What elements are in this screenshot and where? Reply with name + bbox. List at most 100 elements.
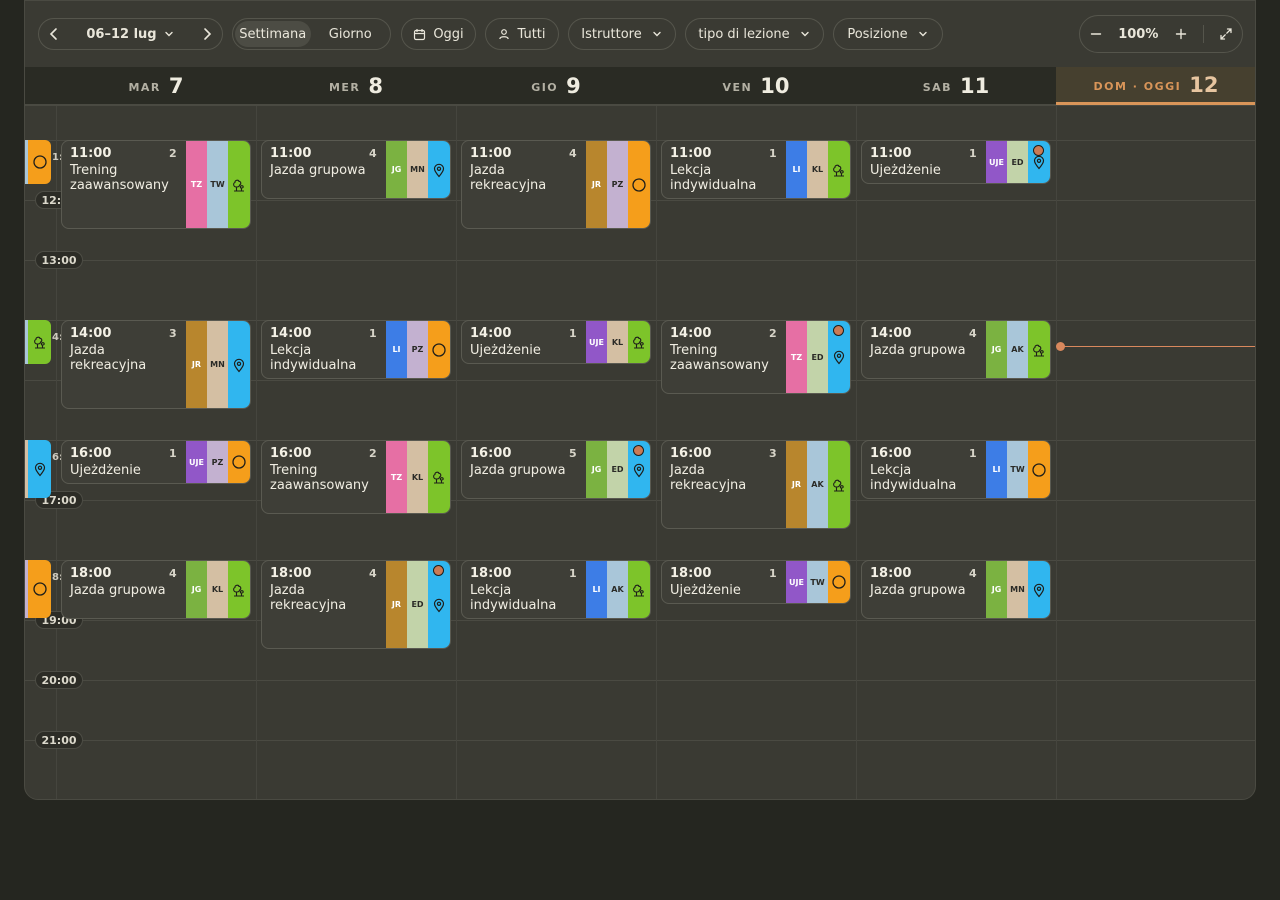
event-tag-ed: ED [407,561,428,648]
event-tag-jr: JR [186,321,207,408]
event-title: Trening zaawansowany [270,463,369,493]
location-filter-dropdown[interactable]: Posizione [833,18,943,50]
lesson-event-card[interactable]: 16:00 1 Ujeżdżenie UJE PZ [61,440,251,484]
previous-day-event-stub[interactable] [25,320,51,364]
event-tag-uje: UJE [586,321,607,363]
event-participant-count: 2 [169,147,177,160]
event-title: Jazda grupowa [870,343,966,358]
event-tag-strips: UJE PZ [186,441,250,483]
instructor-filter-label: Istruttore [581,26,642,42]
event-participant-count: 1 [169,447,177,460]
lesson-event-card[interactable]: 18:00 4 Jazda rekreacyjna JR ED [261,560,451,649]
notification-dot [633,445,644,456]
zoom-in-icon[interactable] [1173,26,1189,42]
event-tag-li: LI [586,561,607,618]
day-header-11[interactable]: SAB 11 [856,67,1056,105]
week-grid: 12:00 13:00 17:00 19:00 20:00 21:00 1: 4: 6: 8: 11… [25,105,1255,799]
lesson-event-card[interactable]: 14:00 4 Jazda grupowa JG AK [861,320,1051,379]
event-tag-strips: LI AK [586,561,650,618]
day-column-divider [456,105,457,799]
instructor-filter-dropdown[interactable]: Istruttore [568,18,676,50]
lesson-event-card[interactable]: 11:00 4 Jazda grupowa JG MN [261,140,451,199]
lesson-event-card[interactable]: 11:00 1 Ujeżdżenie UJE ED [861,140,1051,184]
lesson-event-card[interactable]: 18:00 4 Jazda grupowa JG KL [61,560,251,619]
chevron-right-icon[interactable] [198,25,216,43]
event-tag-strips: LI KL [786,141,850,198]
event-tag-tz: TZ [386,441,407,513]
day-header-10[interactable]: VEN 10 [656,67,856,105]
lesson-event-card[interactable]: 14:00 2 Trening zaawansowany TZ ED [661,320,851,394]
hour-line [25,740,1255,741]
day-header-7[interactable]: MAR 7 [56,67,256,105]
lesson-type-filter-dropdown[interactable]: tipo di lezione [685,18,824,50]
event-title: Trening zaawansowany [670,343,769,373]
event-tag-jr: JR [386,561,407,648]
tree-icon [428,441,450,513]
chevron-left-icon[interactable] [45,25,63,43]
event-time: 18:00 [270,566,312,581]
day-header-9[interactable]: GIO 9 [456,67,656,105]
event-tag-strips: JR ED [386,561,450,648]
location-pin-icon [28,440,51,498]
event-participant-count: 1 [569,327,577,340]
event-tag-tw: TW [207,141,228,228]
event-title: Jazda rekreacyjna [270,583,347,613]
event-participant-count: 1 [969,447,977,460]
event-title: Jazda grupowa [470,463,566,478]
today-button[interactable]: Oggi [401,18,476,50]
lesson-event-card[interactable]: 16:00 3 Jazda rekreacyjna JR AK [661,440,851,529]
lesson-event-card[interactable]: 14:00 1 Lekcja indywidualna LI PZ [261,320,451,379]
time-label: 20:00 [35,671,83,689]
location-pin-icon [428,141,450,198]
event-participant-count: 1 [369,327,377,340]
day-header-number: 8 [368,73,384,98]
event-time: 14:00 [870,326,912,341]
lesson-event-card[interactable]: 18:00 4 Jazda grupowa JG MN [861,560,1051,619]
lesson-event-card[interactable]: 18:00 1 Lekcja indywidualna LI AK [461,560,651,619]
chevron-down-icon [651,28,663,40]
hour-line [25,500,1255,501]
lesson-event-card[interactable]: 11:00 2 Trening zaawansowany TZ TW [61,140,251,229]
circle-icon [228,441,250,483]
day-header-8[interactable]: MER 8 [256,67,456,105]
all-filter-button[interactable]: Tutti [485,18,559,50]
event-tag-li: LI [986,441,1007,498]
lesson-event-card[interactable]: 11:00 4 Jazda rekreacyjna JR PZ [461,140,651,229]
day-header-12[interactable]: DOM · OGGI 12 [1056,67,1255,105]
event-tag-ed: ED [1007,141,1028,183]
hour-line [25,680,1255,681]
circle-icon [628,141,650,228]
previous-day-event-stub[interactable] [25,140,51,184]
event-time: 18:00 [670,566,712,581]
view-day-tab[interactable]: Giorno [313,21,389,47]
event-tag-strips: TZ TW [186,141,250,228]
lesson-event-card[interactable]: 14:00 3 Jazda rekreacyjna JR MN [61,320,251,409]
view-week-tab[interactable]: Settimana [235,21,311,47]
event-tag-tz: TZ [786,321,807,393]
lesson-event-card[interactable]: 14:00 1 Ujeżdżenie UJE KL [461,320,651,364]
event-tag-kl: KL [607,321,628,363]
zoom-out-icon[interactable] [1088,26,1104,42]
previous-day-event-stub[interactable] [25,440,51,498]
day-header-number: 9 [566,73,581,98]
hour-line [25,620,1255,621]
lesson-event-card[interactable]: 16:00 5 Jazda grupowa JG ED [461,440,651,499]
day-header-number: 11 [960,73,990,98]
date-range-dropdown[interactable]: 06–12 lug [86,27,174,42]
time-label: 21:00 [35,731,83,749]
day-column-divider [1056,105,1057,799]
event-time: 18:00 [870,566,912,581]
user-icon [498,28,510,40]
expand-icon[interactable] [1218,26,1234,42]
lesson-event-card[interactable]: 16:00 1 Lekcja indywidualna LI TW [861,440,1051,499]
lesson-event-card[interactable]: 11:00 1 Lekcja indywidualna LI KL [661,140,851,199]
event-title: Ujeżdżenie [870,163,941,178]
previous-day-event-stub[interactable] [25,560,51,618]
current-time-line [1061,346,1255,347]
toolbar: 06–12 lug Settimana Giorno Oggi Tutti Is… [25,1,1255,67]
event-tag-mn: MN [1007,561,1028,618]
lesson-event-card[interactable]: 16:00 2 Trening zaawansowany TZ KL [261,440,451,514]
event-tag-jr: JR [786,441,807,528]
event-time: 11:00 [870,146,912,161]
lesson-event-card[interactable]: 18:00 1 Ujeżdżenie UJE TW [661,560,851,604]
